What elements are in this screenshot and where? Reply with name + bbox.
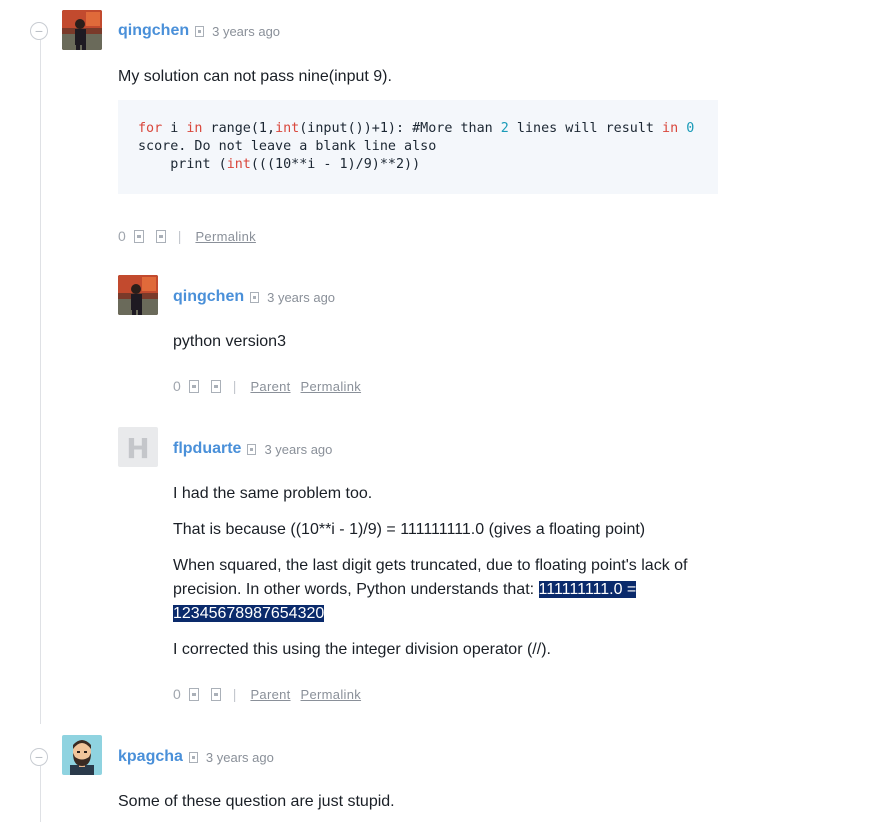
comment-text: Some of these question are just stupid.	[118, 793, 395, 810]
avatar[interactable]	[62, 10, 102, 50]
comment-body: I had the same problem too. That is beca…	[173, 482, 733, 674]
badge-icon	[195, 25, 205, 37]
comment-body: Some of these question are just stupid.	[118, 790, 718, 826]
vote-count: 0	[173, 686, 181, 702]
code-block: for i in range(1,int(input())+1): #More …	[118, 100, 718, 194]
thread-line	[40, 40, 41, 724]
comment-body: My solution can not pass nine(input 9).	[118, 65, 718, 101]
comment-actions: 0 | Permalink	[118, 227, 266, 245]
permalink-link[interactable]: Permalink	[301, 687, 362, 702]
avatar[interactable]: H	[118, 427, 158, 467]
permalink-link[interactable]: Permalink	[301, 379, 362, 394]
collapse-toggle-icon[interactable]: −	[30, 22, 48, 40]
comment-text: python version3	[173, 333, 286, 350]
downvote-icon[interactable]	[155, 229, 166, 243]
parent-link[interactable]: Parent	[250, 379, 290, 394]
upvote-icon[interactable]	[133, 229, 144, 243]
badge-icon	[250, 291, 260, 303]
downvote-icon[interactable]	[210, 687, 221, 701]
parent-link[interactable]: Parent	[250, 687, 290, 702]
username-link[interactable]: qingchen	[173, 288, 244, 306]
upvote-icon[interactable]	[188, 379, 199, 393]
comment-actions: 0 | Parent Permalink	[173, 377, 371, 395]
upvote-icon[interactable]	[188, 687, 199, 701]
comment-body: python version3	[173, 330, 733, 366]
avatar[interactable]	[62, 735, 102, 775]
vote-count: 0	[173, 378, 181, 394]
comment-text: I had the same problem too.	[173, 485, 373, 502]
timestamp: 3 years ago	[212, 23, 281, 39]
timestamp: 3 years ago	[267, 289, 336, 305]
avatar[interactable]	[118, 275, 158, 315]
vote-count: 0	[118, 228, 126, 244]
svg-text:H: H	[126, 432, 149, 465]
comment-meta: qingchen 3 years ago	[173, 287, 335, 307]
comment-text: My solution can not pass nine(input 9).	[118, 68, 392, 85]
collapse-toggle-icon[interactable]: −	[30, 748, 48, 766]
separator: |	[177, 228, 182, 244]
badge-icon	[188, 751, 198, 763]
separator: |	[232, 686, 237, 702]
timestamp: 3 years ago	[205, 749, 274, 765]
comment-meta: kpagcha 3 years ago	[118, 747, 274, 767]
badge-icon	[247, 443, 257, 455]
thread-line	[40, 766, 41, 822]
username-link[interactable]: kpagcha	[118, 748, 183, 766]
username-link[interactable]: flpduarte	[173, 440, 241, 458]
downvote-icon[interactable]	[210, 379, 221, 393]
comment-meta: qingchen 3 years ago	[118, 21, 280, 41]
username-link[interactable]: qingchen	[118, 22, 189, 40]
timestamp: 3 years ago	[264, 441, 333, 457]
comment-text: When squared, the last digit gets trunca…	[173, 554, 733, 626]
permalink-link[interactable]: Permalink	[195, 229, 256, 244]
comment-text: That is because ((10**i - 1)/9) = 111111…	[173, 521, 646, 538]
separator: |	[232, 378, 237, 394]
comment-meta: flpduarte 3 years ago	[173, 439, 332, 459]
comment-text: I corrected this using the integer divis…	[173, 641, 551, 658]
comment-actions: 0 | Parent Permalink	[173, 685, 371, 703]
